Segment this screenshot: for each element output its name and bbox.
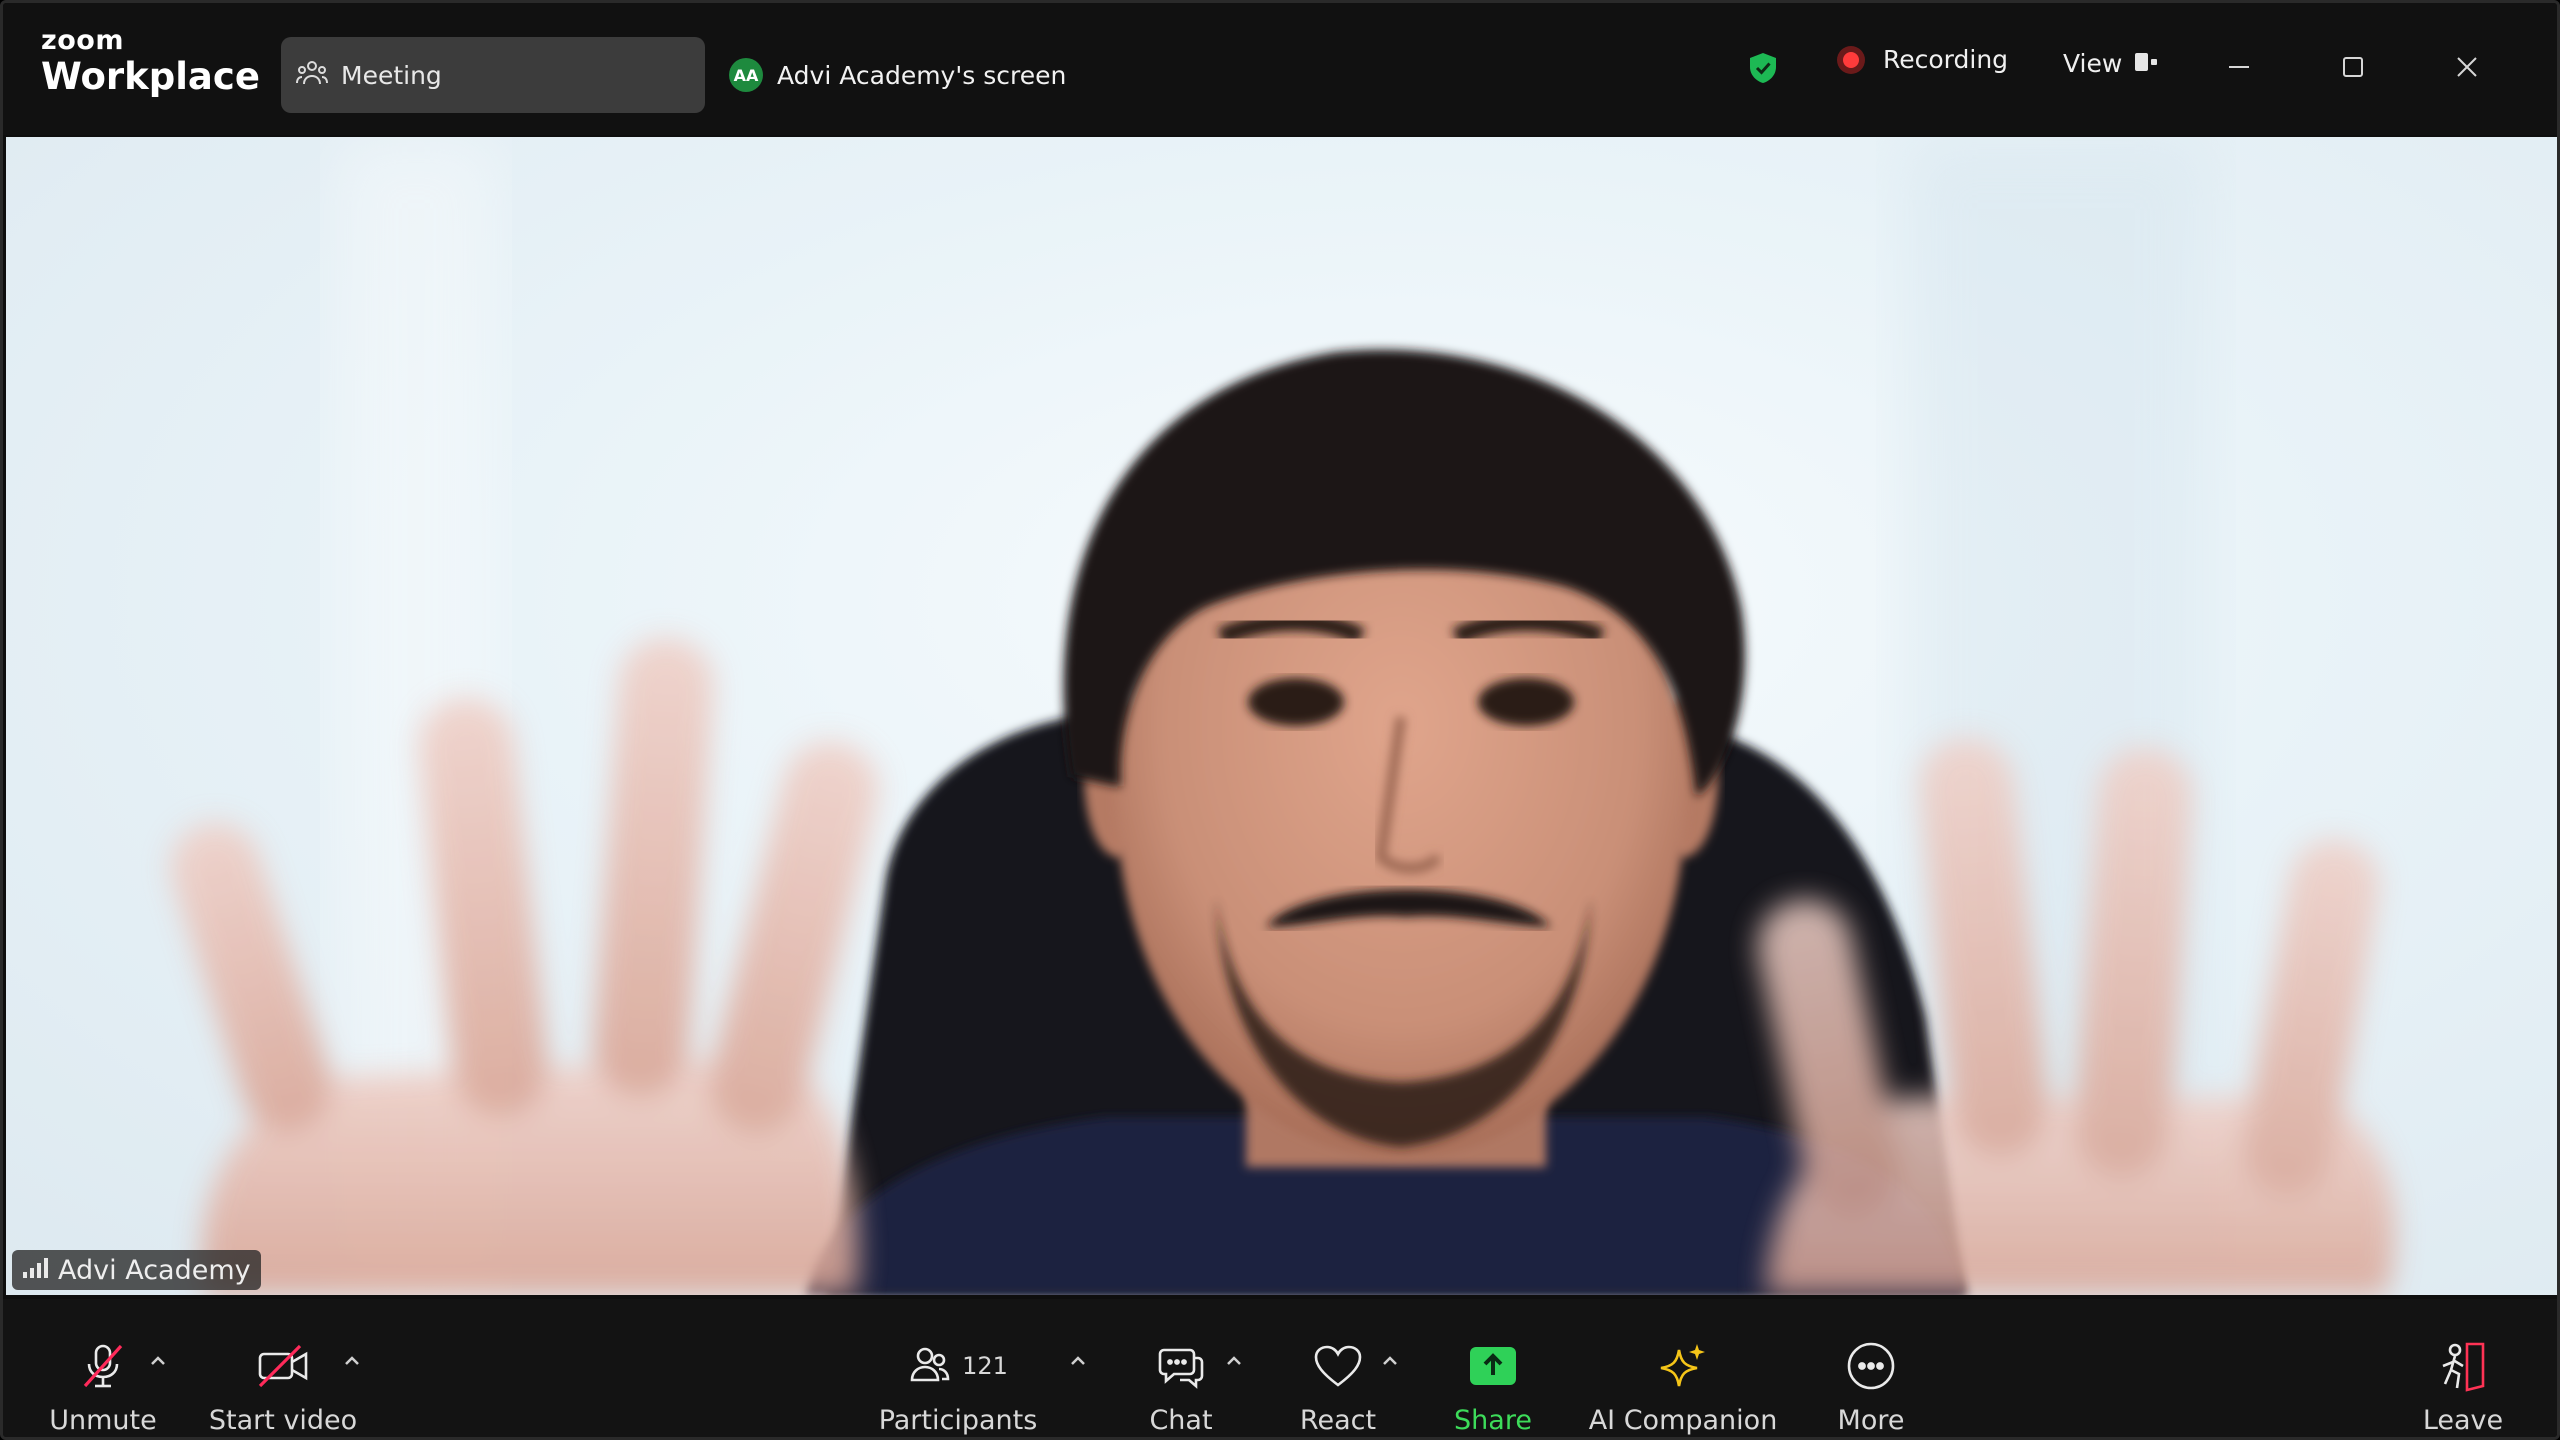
meeting-icon [295, 56, 329, 94]
avatar: AA [729, 58, 763, 92]
recording-icon [1837, 45, 1865, 74]
unmute-button[interactable]: Unmute [43, 1299, 163, 1437]
start-video-label: Start video [208, 1405, 358, 1436]
tab-meeting-label: Meeting [341, 60, 442, 90]
zoom-workplace-logo: zoom Workplace [41, 27, 260, 95]
participants-icon-group: 121 [908, 1337, 1008, 1395]
view-layout-icon [2134, 51, 2158, 77]
logo-line-1: zoom [41, 25, 124, 56]
heart-icon [1312, 1337, 1364, 1395]
ai-companion-button[interactable]: AI Companion [1583, 1299, 1783, 1437]
share-label: Share [1454, 1405, 1532, 1436]
participant-video-feed [170, 137, 2396, 1295]
leave-label: Leave [2422, 1405, 2504, 1436]
tab-shared-screen-label: Advi Academy's screen [777, 60, 1067, 90]
leave-meeting-button[interactable]: Leave [2413, 1299, 2513, 1437]
close-icon[interactable] [2447, 47, 2487, 87]
view-button[interactable]: View [2063, 49, 2158, 78]
ai-companion-label: AI Companion [1588, 1405, 1778, 1436]
video-area[interactable]: Advi Academy [6, 137, 2557, 1295]
react-button[interactable]: React [1283, 1299, 1393, 1437]
more-button[interactable]: More [1821, 1299, 1921, 1437]
view-label: View [2063, 49, 2123, 78]
more-options-icon [1845, 1337, 1897, 1395]
encryption-shield-icon[interactable] [1747, 51, 1779, 89]
audio-options-chevron-up-icon[interactable] [147, 1353, 169, 1373]
chat-options-chevron-up-icon[interactable] [1223, 1353, 1245, 1373]
minimize-icon[interactable] [2219, 47, 2259, 87]
more-label: More [1837, 1405, 1905, 1436]
tab-shared-screen[interactable]: AA Advi Academy's screen [729, 37, 1066, 113]
chat-icon [1156, 1337, 1206, 1395]
participants-icon [908, 1342, 952, 1390]
start-video-button[interactable]: Start video [203, 1299, 363, 1437]
logo-line-2: Workplace [41, 55, 260, 98]
chat-button[interactable]: Chat [1131, 1299, 1231, 1437]
participants-count: 121 [962, 1352, 1008, 1380]
participant-name: Advi Academy [58, 1254, 251, 1286]
share-screen-button[interactable]: Share [1443, 1299, 1543, 1437]
recording-label: Recording [1883, 45, 2009, 74]
participant-name-tag: Advi Academy [12, 1250, 261, 1290]
video-camera-off-icon [256, 1337, 310, 1395]
title-bar: zoom Workplace Meeting AA Advi Academy's… [3, 3, 2557, 135]
react-options-chevron-up-icon[interactable] [1379, 1353, 1401, 1373]
react-label: React [1299, 1405, 1377, 1436]
unmute-label: Unmute [49, 1405, 157, 1436]
participants-options-chevron-up-icon[interactable] [1067, 1353, 1089, 1373]
chat-label: Chat [1149, 1405, 1213, 1436]
participants-button[interactable]: 121 Participants [873, 1299, 1043, 1437]
tab-meeting[interactable]: Meeting [281, 37, 705, 113]
meeting-toolbar: Unmute Start video 121 Participants Chat… [3, 1299, 2557, 1437]
participants-label: Participants [878, 1405, 1038, 1436]
recording-indicator[interactable]: Recording [1837, 45, 2008, 74]
microphone-muted-icon [77, 1337, 129, 1395]
leave-door-icon [2437, 1337, 2489, 1395]
maximize-icon[interactable] [2333, 47, 2373, 87]
video-options-chevron-up-icon[interactable] [341, 1353, 363, 1373]
signal-strength-icon [22, 1257, 48, 1283]
ai-sparkle-icon [1657, 1337, 1709, 1395]
share-screen-icon [1468, 1337, 1518, 1395]
zoom-window: zoom Workplace Meeting AA Advi Academy's… [0, 0, 2560, 1440]
